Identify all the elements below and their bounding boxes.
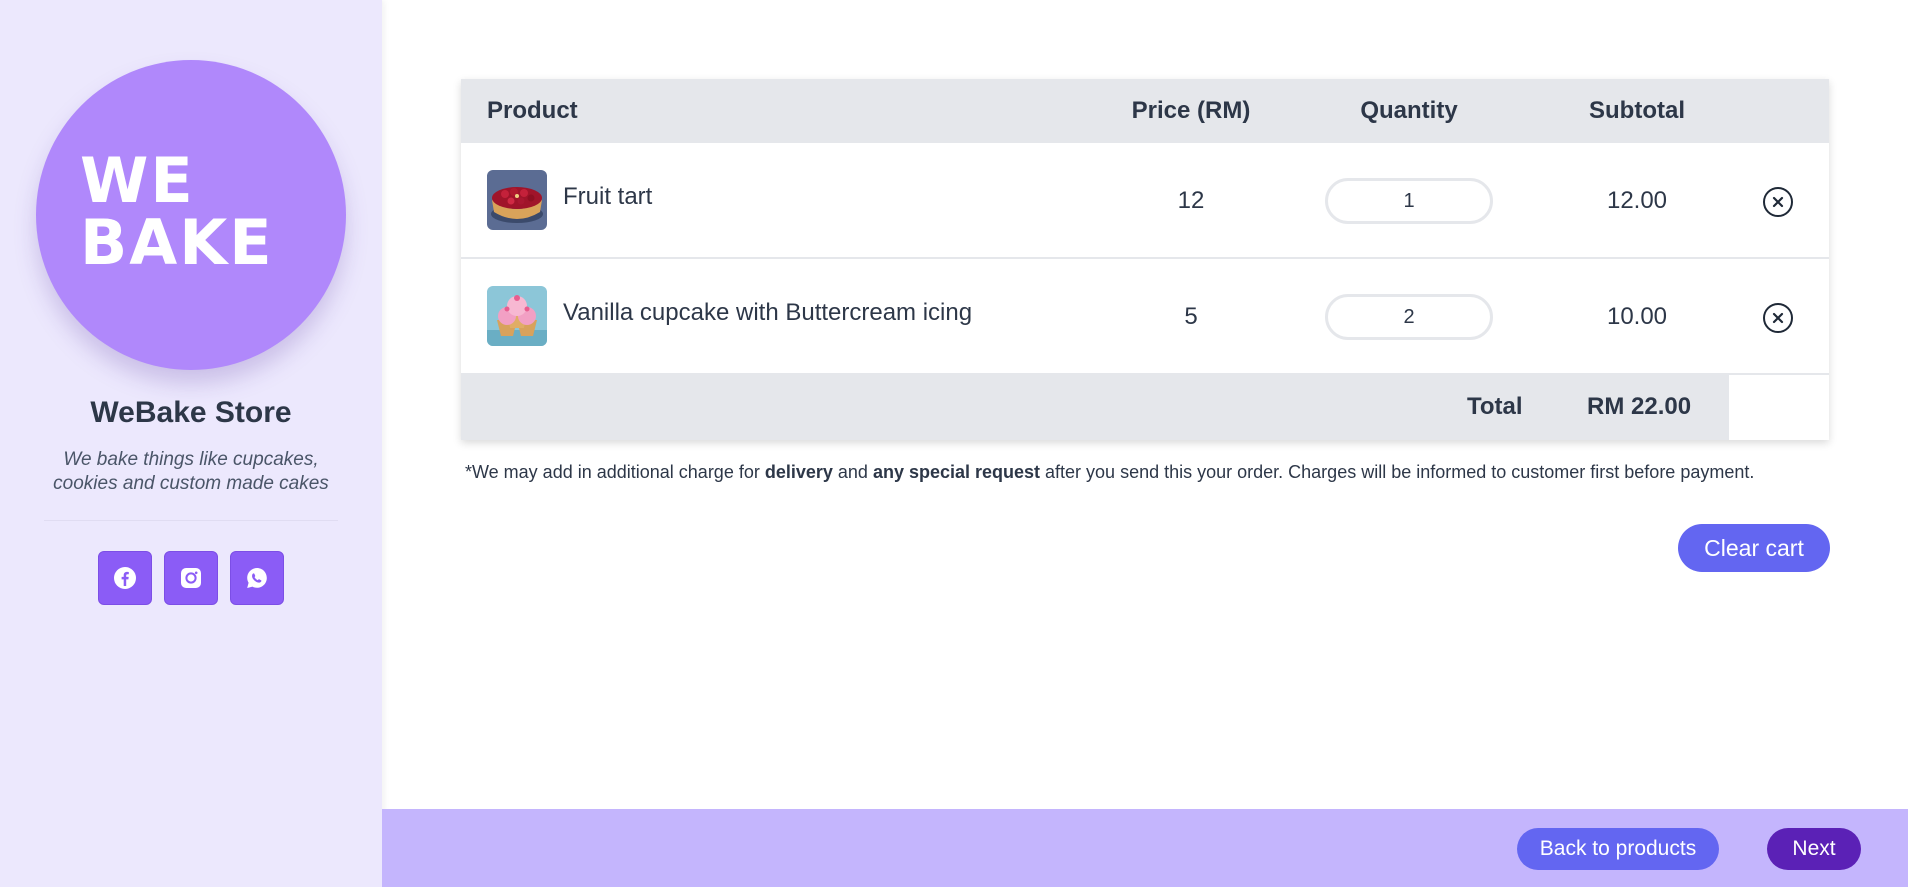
total-label: Total — [1467, 393, 1523, 420]
product-name: Fruit tart — [563, 183, 653, 210]
cart-table: Product Price (RM) Quantity Subtotal Fru… — [461, 79, 1829, 440]
whatsapp-button[interactable] — [230, 551, 284, 605]
product-subtotal: 10.00 — [1606, 303, 1668, 330]
close-icon — [1772, 312, 1784, 324]
clear-cart-button[interactable]: Clear cart — [1678, 524, 1830, 572]
product-price: 5 — [1184, 303, 1198, 330]
column-header-subtotal: Subtotal — [1589, 97, 1685, 124]
close-icon — [1772, 196, 1784, 208]
cart-table-header: Product Price (RM) Quantity Subtotal — [461, 79, 1829, 143]
next-button[interactable]: Next — [1767, 828, 1861, 870]
note-text: *We may add in additional charge for — [465, 462, 765, 482]
column-header-product: Product — [487, 97, 578, 124]
remove-item-button[interactable] — [1763, 187, 1793, 217]
logo-line-2: BAKE — [80, 206, 274, 279]
note-text: after you send this your order. Charges … — [1040, 462, 1755, 482]
sidebar: WE BAKE WeBake Store We bake things like… — [0, 0, 382, 887]
social-links — [98, 551, 284, 605]
store-name: WeBake Store — [90, 396, 292, 429]
sidebar-divider — [44, 520, 338, 521]
note-delivery: delivery — [764, 462, 833, 482]
store-tagline: We bake things like cupcakes, cookies an… — [53, 449, 329, 494]
logo-text: WE BAKE — [80, 150, 274, 274]
whatsapp-icon — [247, 568, 267, 588]
logo-line-1: WE — [80, 144, 195, 217]
fruit-tart-image — [487, 170, 547, 230]
cart-total-row: Total RM 22.00 — [461, 375, 1829, 440]
webake-logo: WE BAKE — [36, 60, 346, 370]
quantity-input[interactable] — [1325, 294, 1493, 340]
facebook-button[interactable] — [98, 551, 152, 605]
product-name: Vanilla cupcake with Buttercream icing — [563, 299, 973, 326]
delivery-charge-note: *We may add in additional charge for del… — [465, 462, 1754, 483]
product-subtotal: 12.00 — [1606, 187, 1668, 214]
instagram-button[interactable] — [164, 551, 218, 605]
vanilla-cupcake-image — [487, 286, 547, 346]
total-value: RM 22.00 — [1587, 393, 1692, 420]
column-header-price: Price (RM) — [1131, 97, 1251, 124]
remove-item-button[interactable] — [1763, 303, 1793, 333]
total-blank-cell — [1729, 375, 1829, 440]
facebook-icon — [114, 567, 136, 589]
quantity-input[interactable] — [1325, 178, 1493, 224]
note-text: and — [832, 462, 873, 482]
back-to-products-button[interactable]: Back to products — [1517, 828, 1719, 870]
cart-row: Fruit tart 12 12.00 — [461, 143, 1829, 259]
product-price: 12 — [1177, 187, 1205, 214]
instagram-icon — [181, 568, 201, 588]
column-header-quantity: Quantity — [1360, 97, 1458, 124]
cart-row: Vanilla cupcake with Buttercream icing 5… — [461, 259, 1829, 375]
note-special-request: any special request — [872, 462, 1041, 482]
